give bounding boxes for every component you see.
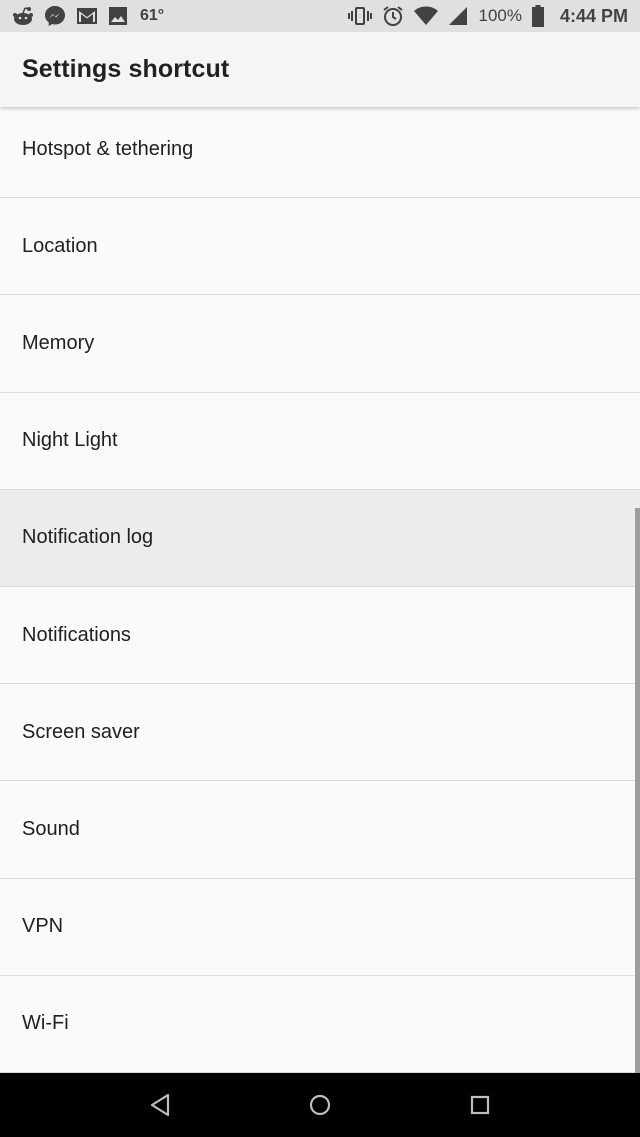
status-bar: 61° 100% 4:44 PM	[0, 0, 640, 32]
status-right: 100% 4:44 PM	[348, 5, 628, 27]
list-item-label: Screen saver	[22, 720, 140, 743]
reddit-icon	[12, 5, 34, 27]
vibrate-icon	[348, 5, 373, 27]
back-icon	[150, 1093, 170, 1117]
list-item-wifi[interactable]: Wi-Fi	[0, 975, 640, 1073]
temperature-text: 61°	[140, 7, 165, 24]
home-button[interactable]	[290, 1075, 350, 1135]
app-bar: Settings shortcut	[0, 32, 640, 107]
back-button[interactable]	[130, 1075, 190, 1135]
list-item-vpn[interactable]: VPN	[0, 878, 640, 976]
list-item-label: Wi-Fi	[22, 1012, 69, 1035]
list-item-notifications[interactable]: Notifications	[0, 586, 640, 685]
battery-percent-text: 100%	[478, 6, 522, 25]
photo-icon	[108, 5, 128, 27]
list-item-label: Notification log	[22, 526, 154, 549]
home-icon	[309, 1094, 331, 1116]
gmail-icon	[76, 5, 98, 27]
list-item-label: Memory	[22, 331, 95, 354]
list-item-sound[interactable]: Sound	[0, 781, 640, 879]
battery-icon	[531, 5, 544, 27]
list-item-label: Hotspot & tethering	[22, 137, 194, 160]
list-item-label: Notifications	[22, 623, 131, 646]
signal-icon	[448, 5, 468, 27]
messenger-icon	[44, 5, 66, 27]
wifi-icon	[414, 5, 439, 27]
list-item-night-light[interactable]: Night Light	[0, 392, 640, 490]
list-item-location[interactable]: Location	[0, 198, 640, 296]
list-item-label: Night Light	[22, 429, 118, 452]
clock-text: 4:44 PM	[559, 5, 628, 26]
scrollbar[interactable]	[635, 508, 640, 1073]
list-item-label: Sound	[22, 817, 80, 840]
list-item-memory[interactable]: Memory	[0, 295, 640, 393]
list-item-hotspot[interactable]: Hotspot & tethering	[0, 101, 640, 199]
screen: 61° 100% 4:44 PM Settings shortcut Hotsp…	[0, 0, 640, 1137]
nav-bar	[0, 1073, 640, 1137]
status-left: 61°	[12, 5, 164, 27]
alarm-icon	[382, 5, 404, 27]
list-item-notification-log[interactable]: Notification log	[0, 489, 640, 587]
shortcut-list[interactable]: Hotspot & tethering Location Memory Nigh…	[0, 101, 640, 1073]
list-item-label: Location	[22, 234, 98, 257]
list-item-screen-saver[interactable]: Screen saver	[0, 684, 640, 782]
list-item-label: VPN	[22, 915, 64, 938]
recents-icon	[470, 1095, 490, 1115]
page-title: Settings shortcut	[22, 55, 230, 83]
recents-button[interactable]	[450, 1075, 510, 1135]
